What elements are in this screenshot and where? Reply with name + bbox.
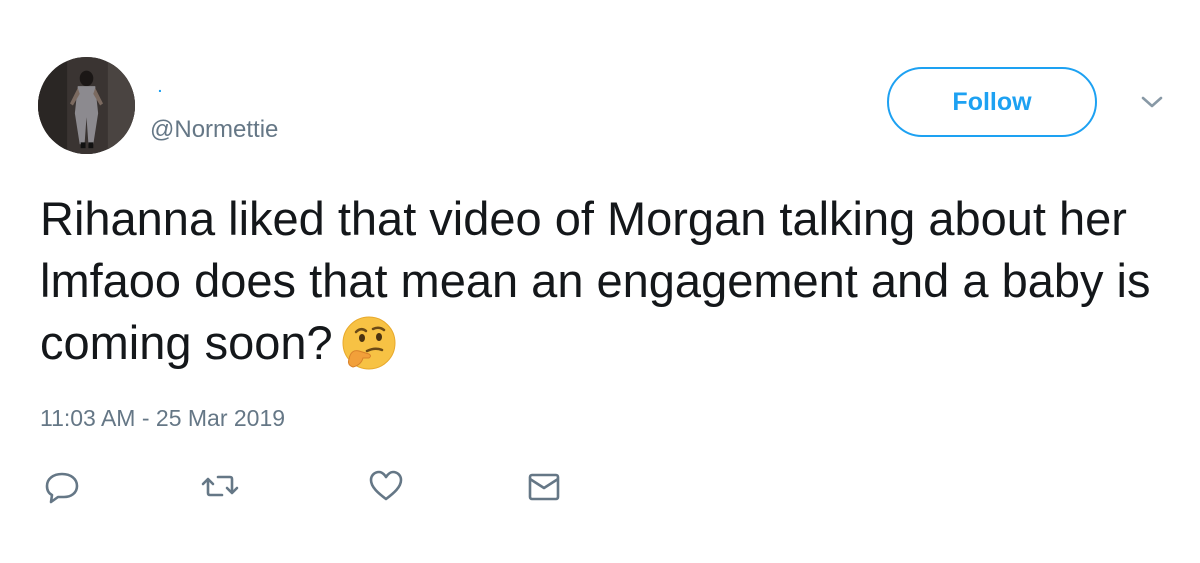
envelope-icon[interactable] [524,466,564,506]
thinking-face-emoji [339,313,399,373]
heart-icon[interactable] [366,466,406,506]
user-handle[interactable]: @Normettie [150,116,278,144]
tweet-body: Rihanna liked that video of Morgan talki… [40,192,1151,369]
reply-icon[interactable] [42,466,82,506]
tweet-card: . @Normettie Follow Rihanna liked that v… [0,0,1200,563]
display-name[interactable]: . [158,80,162,94]
tweet-timestamp[interactable]: 11:03 AM - 25 Mar 2019 [40,404,285,432]
avatar[interactable] [38,57,135,154]
retweet-icon[interactable] [200,466,240,506]
follow-button[interactable]: Follow [887,67,1097,137]
avatar-photo [38,57,135,154]
tweet-text: Rihanna liked that video of Morgan talki… [40,188,1160,374]
chevron-down-icon[interactable] [1139,92,1165,112]
